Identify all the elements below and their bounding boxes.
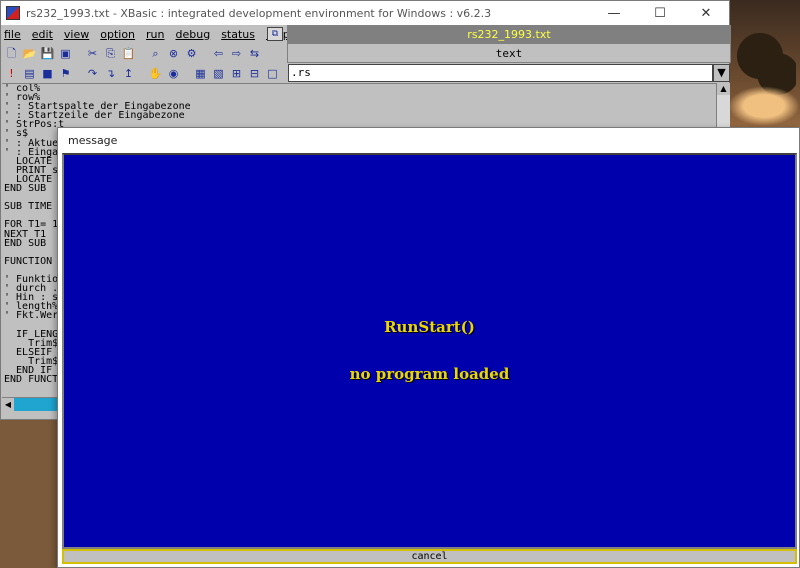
abort-icon[interactable]: ! [4,66,19,81]
minimize-button[interactable]: — [591,1,637,25]
memory-icon[interactable]: ▦ [193,66,208,81]
text-mode-button[interactable]: text [287,43,731,63]
run-all-icon[interactable]: ⇆ [247,46,262,61]
forward-arrow-icon[interactable]: ⇨ [229,46,244,61]
maximize-button[interactable]: ☐ [637,1,683,25]
stop-icon[interactable]: ■ [40,66,55,81]
toolbar-row-2: ! ▤ ■ ⚑ ↷ ↴ ↥ ✋ ◉ ▦ ▧ ⊞ ⊟ □ [1,63,287,83]
xbasic-app-icon [6,6,20,20]
message-dialog: message RunStart() no program loaded can… [57,127,800,568]
toolbar-row-1: 🗋 📂 💾 ▣ ✂ ⎘ 📋 ⌕ ⊗ ⚙ ⇦ ⇨ ⇆ [1,43,287,63]
step-into-icon[interactable]: ↴ [103,66,118,81]
open-folder-icon[interactable]: 📂 [22,46,37,61]
find-icon[interactable]: ⌕ [148,46,163,61]
dialog-body: RunStart() no program loaded [62,153,797,549]
sunset-glow [728,86,800,126]
cut-icon[interactable]: ✂ [85,46,100,61]
hand-icon[interactable]: ✋ [148,66,163,81]
find-replace-icon[interactable]: ⊗ [166,46,181,61]
menu-option[interactable]: option [100,28,135,41]
step-over-icon[interactable]: ↷ [85,66,100,81]
menu-edit[interactable]: edit [32,28,53,41]
step-icon[interactable]: ▤ [22,66,37,81]
cancel-button[interactable]: cancel [62,549,797,564]
assembly-icon[interactable]: ◉ [166,66,181,81]
code-line: ' col% [4,83,41,94]
new-window-icon[interactable]: ⧉ [267,27,283,41]
chevron-down-icon[interactable]: ▼ [713,64,730,82]
menu-run[interactable]: run [146,28,164,41]
window-icon[interactable]: □ [265,66,280,81]
compile-icon[interactable]: ⚙ [184,46,199,61]
new-file-icon[interactable]: 🗋 [4,46,19,61]
ide-title: rs232_1993.txt - XBasic : integrated dev… [26,6,492,20]
close-button[interactable]: ✕ [683,1,729,25]
menu-view[interactable]: view [64,28,89,41]
message-line-2: no program loaded [349,365,510,383]
watch-icon[interactable]: ⊞ [229,66,244,81]
save-icon[interactable]: 💾 [40,46,55,61]
scroll-left-icon[interactable]: ◀ [2,398,14,411]
menubar: file edit view option run debug status h… [1,25,290,43]
file-name-label: rs232_1993.txt [287,25,731,43]
rs-field[interactable]: .rs [288,64,713,82]
ide-titlebar[interactable]: rs232_1993.txt - XBasic : integrated dev… [1,1,729,25]
menu-file[interactable]: file [4,28,21,41]
breakpoint-icon[interactable]: ⚑ [58,66,73,81]
dialog-title: message [68,133,118,147]
registers-icon[interactable]: ▧ [211,66,226,81]
back-arrow-icon[interactable]: ⇦ [211,46,226,61]
frames-icon[interactable]: ⊟ [247,66,262,81]
menu-debug[interactable]: debug [176,28,211,41]
menu-status[interactable]: status [221,28,255,41]
code-line: ' : Startzeile der Eingabezone [4,110,185,122]
step-out-icon[interactable]: ↥ [121,66,136,81]
paste-icon[interactable]: 📋 [121,46,136,61]
message-line-1: RunStart() [384,318,475,336]
dialog-titlebar[interactable]: message [58,128,799,152]
save-all-icon[interactable]: ▣ [58,46,73,61]
scroll-up-icon[interactable]: ▲ [717,83,730,95]
copy-icon[interactable]: ⎘ [103,46,118,61]
